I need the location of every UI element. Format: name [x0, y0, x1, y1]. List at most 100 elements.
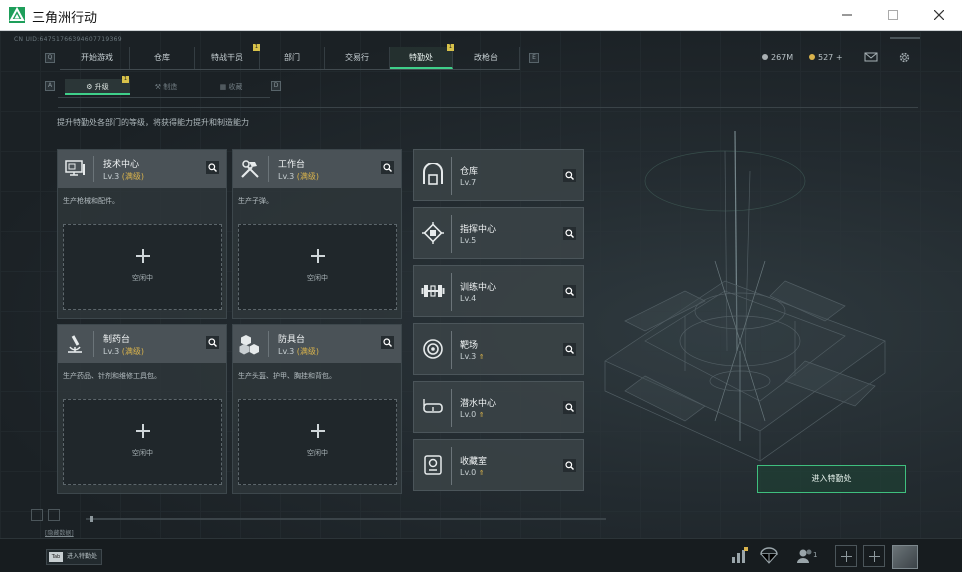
inspect-button[interactable] [206, 161, 219, 174]
card-level-status: (满级) [296, 172, 319, 181]
production-slot[interactable]: 空闲中 [238, 399, 397, 485]
enter-hint-label: 进入特勤处 [67, 553, 98, 560]
card-level-status: (满级) [121, 347, 144, 356]
card-header: 工作台 Lv.3 (满级) [233, 150, 401, 188]
enter-hint[interactable]: Tab 进入特勤处 [46, 549, 103, 565]
card-description: 生产头盔、护甲、胸挂和背包。 [238, 372, 336, 380]
card-divider [451, 389, 452, 427]
facility-card-pharmacy[interactable]: 制药台 Lv.3 (满级) 生产药品、针剂和维修工具包。 空闲中 [57, 324, 227, 494]
card-level: Lv.0 ⇑ [460, 410, 485, 419]
subtab-craft[interactable]: ⚒ 制造 [135, 79, 197, 95]
inspect-button[interactable] [563, 343, 576, 356]
inspect-button[interactable] [563, 459, 576, 472]
magnifier-icon [208, 163, 217, 172]
magnifier-icon [565, 171, 574, 180]
game-scene: CN UID:6475176639460771936​9 Q 开始游戏 仓库 特… [0, 31, 962, 572]
card-level: Lv.3 (满级) [103, 346, 144, 357]
friends-count: 1 [813, 551, 818, 559]
production-slot[interactable]: 空闲中 [63, 399, 222, 485]
magnifier-icon [565, 229, 574, 238]
gear-icon[interactable] [898, 51, 911, 64]
subtab-collection-label: 收藏 [228, 83, 243, 91]
inspect-button[interactable] [381, 161, 394, 174]
card-level: Lv.0 ⇑ [460, 468, 485, 477]
card-divider [451, 215, 452, 253]
card-name: 潜水中心 [460, 399, 497, 409]
card-level-status: (满级) [121, 172, 144, 181]
facility-card-workbench[interactable]: 工作台 Lv.3 (满级) 生产子弹。 空闲中 [232, 149, 402, 319]
add-slot-button[interactable] [835, 545, 857, 567]
card-header: 技术中心 Lv.3 (满级) [58, 150, 226, 188]
tab-departments[interactable]: 部门 [260, 47, 325, 69]
tab-warehouse[interactable]: 仓库 [130, 47, 195, 69]
plus-icon [311, 424, 325, 438]
nav-next-key[interactable]: E [529, 53, 539, 63]
inspect-button[interactable] [563, 169, 576, 182]
tab-trading[interactable]: 交易行 [325, 47, 390, 69]
tab-operators[interactable]: 特战干员 1 [195, 44, 260, 69]
tab-special-ops-label: 特勤处 [409, 53, 433, 62]
mail-icon[interactable] [864, 51, 878, 63]
upgrade-arrow-icon: ⇑ [478, 469, 485, 477]
add-slot-button[interactable] [863, 545, 885, 567]
parachute-icon[interactable] [758, 545, 780, 567]
production-slot[interactable]: 空闲中 [63, 224, 222, 310]
magnifier-icon [565, 287, 574, 296]
upgrade-arrow-icon: ⇑ [478, 411, 485, 419]
facility-card-collection-room[interactable]: 收藏室 Lv.0 ⇑ [413, 439, 584, 491]
inspect-button[interactable] [563, 227, 576, 240]
subtab-collection[interactable]: ▦ 收藏 [200, 79, 262, 95]
facility-card-warehouse[interactable]: 仓库 Lv.7 [413, 149, 584, 201]
hidden-data-link[interactable]: [隐藏数据] [45, 528, 74, 537]
subtab-next-key[interactable]: D [271, 81, 281, 91]
scroll-thumb[interactable] [90, 516, 93, 522]
card-name: 技术中心 [103, 160, 140, 170]
tab-gunsmith[interactable]: 改枪台 [453, 47, 520, 69]
subtab-prev-key[interactable]: A [45, 81, 55, 91]
card-level: Lv.5 [460, 236, 477, 245]
facility-card-shooting-range[interactable]: 靶场 Lv.3 ⇑ [413, 323, 584, 375]
currency-gold[interactable]: 527 + [809, 53, 843, 62]
enter-special-ops-button[interactable]: 进入特勤处 [757, 465, 906, 493]
corner-square [48, 509, 60, 521]
card-level: Lv.3 (满级) [278, 171, 319, 182]
maximize-button[interactable] [870, 0, 916, 31]
card-divider [268, 156, 269, 182]
craft-icon: ⚒ [154, 83, 164, 91]
subtab-upgrade-badge: 1 [122, 76, 129, 83]
card-level-value: Lv.3 [278, 172, 295, 181]
facility-card-diving-center[interactable]: 潜水中心 Lv.0 ⇑ [413, 381, 584, 433]
card-level: Lv.3 (满级) [103, 171, 144, 182]
magnifier-icon [208, 338, 217, 347]
facility-card-training-center[interactable]: 训练中心 Lv.4 [413, 265, 584, 317]
facility-card-command-center[interactable]: 指挥中心 Lv.5 [413, 207, 584, 259]
avatar[interactable] [892, 545, 918, 569]
inspect-button[interactable] [381, 336, 394, 349]
microscope-icon [68, 335, 82, 353]
subtab-upgrade[interactable]: ⚙ 升级 1 [65, 76, 130, 95]
stats-icon[interactable] [728, 545, 750, 567]
card-name: 仓库 [460, 167, 479, 177]
tab-start-game[interactable]: 开始游戏 [65, 47, 130, 69]
slot-status: 空闲中 [307, 449, 328, 457]
card-level: Lv.4 [460, 294, 477, 303]
production-slot[interactable]: 空闲中 [238, 224, 397, 310]
card-divider [268, 331, 269, 357]
tab-operators-badge: 1 [253, 44, 260, 51]
inspect-button[interactable] [563, 401, 576, 414]
tab-special-ops[interactable]: 特勤处 1 [390, 44, 454, 69]
inspect-button[interactable] [206, 336, 219, 349]
card-description: 生产药品、针剂和维修工具包。 [63, 372, 161, 380]
cubes-icon [239, 335, 259, 355]
scroll-track [86, 518, 606, 520]
nav-prev-key[interactable]: Q [45, 53, 55, 63]
facility-card-armor-bench[interactable]: 防具台 Lv.3 (满级) 生产头盔、护甲、胸挂和背包。 空闲中 [232, 324, 402, 494]
trophy-icon [424, 455, 442, 475]
card-header: 制药台 Lv.3 (满级) [58, 325, 226, 363]
subtab-upgrade-label: 升级 [94, 83, 109, 91]
minimize-button[interactable] [824, 0, 870, 31]
card-divider [451, 273, 452, 311]
facility-card-tech-center[interactable]: 技术中心 Lv.3 (满级) 生产枪械和配件。 空闲中 [57, 149, 227, 319]
close-button[interactable] [916, 0, 962, 31]
inspect-button[interactable] [563, 285, 576, 298]
